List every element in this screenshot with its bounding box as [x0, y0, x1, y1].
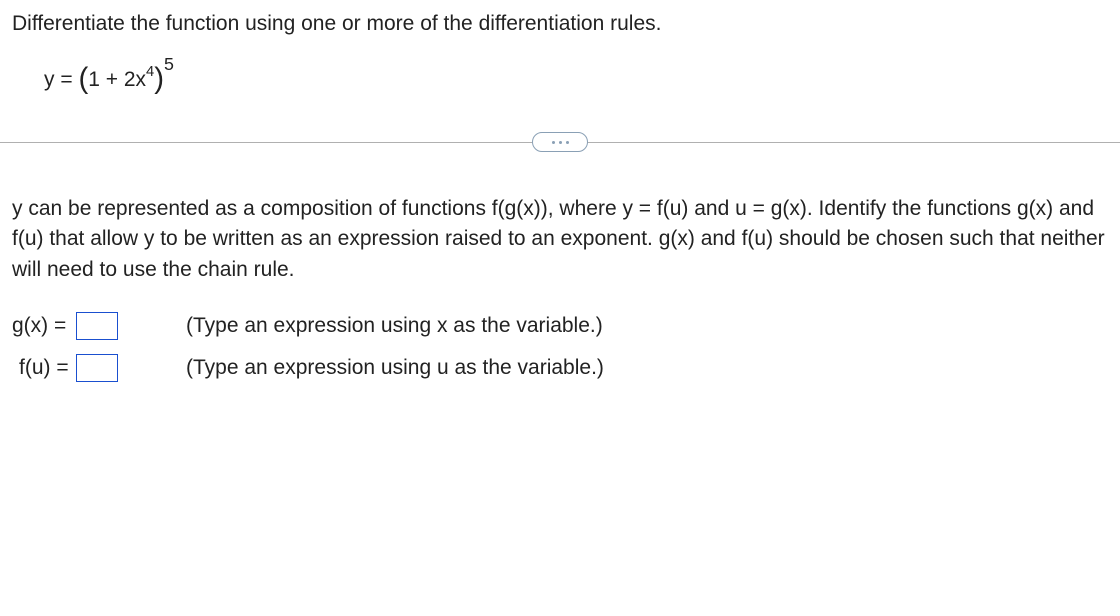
answer-row-gx: g(x) = (Type an expression using x as th…: [12, 309, 1108, 343]
fu-label: f(u) =: [12, 356, 76, 380]
gx-input[interactable]: [76, 312, 118, 340]
question-text: y can be represented as a composition of…: [0, 194, 1120, 285]
divider-row: [0, 130, 1120, 154]
equation-paren-open: (: [78, 62, 88, 95]
answer-row-fu: f(u) = (Type an expression using u as th…: [12, 351, 1108, 385]
prompt-text: Differentiate the function using one or …: [0, 12, 1120, 36]
collapse-toggle-button[interactable]: [532, 132, 588, 152]
gx-label: g(x) =: [12, 314, 76, 338]
equation-paren-close: ): [154, 62, 164, 95]
equation-inner-exp: 4: [146, 64, 154, 80]
ellipsis-icon: [552, 141, 569, 144]
answers-block: g(x) = (Type an expression using x as th…: [0, 309, 1120, 385]
gx-hint: (Type an expression using x as the varia…: [186, 314, 1108, 338]
equation-y-eq: y =: [44, 68, 78, 91]
equation-outer-exp: 5: [164, 54, 174, 74]
equation-display: y = (1 + 2x4)5: [0, 60, 1120, 94]
fu-hint: (Type an expression using u as the varia…: [186, 356, 1108, 380]
fu-input[interactable]: [76, 354, 118, 382]
equation-inner: 1 + 2x: [88, 68, 146, 91]
